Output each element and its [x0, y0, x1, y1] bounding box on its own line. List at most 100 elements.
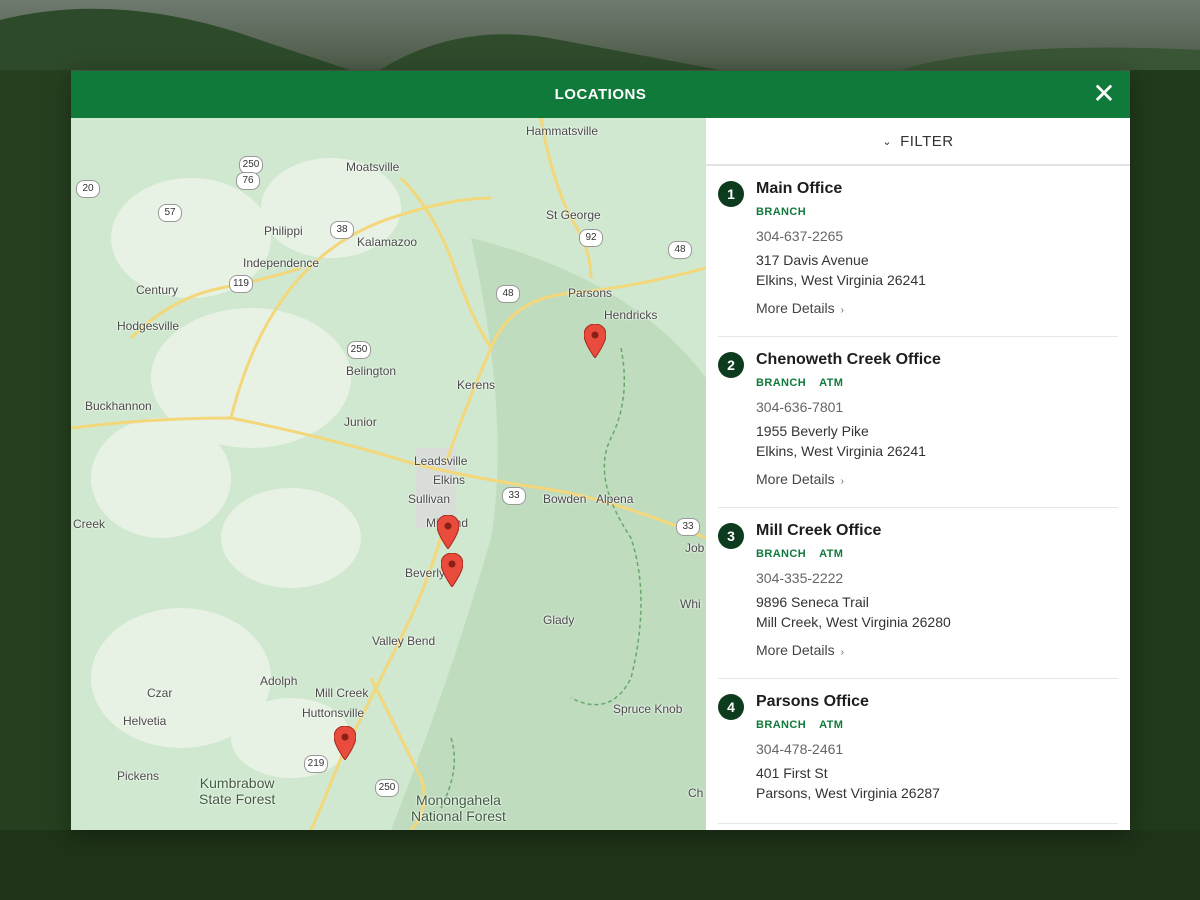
route-shield: 219: [304, 755, 328, 773]
location-tag: ATM: [819, 377, 844, 389]
route-shield: 57: [158, 204, 182, 222]
map-place-label: Valley Bend: [372, 634, 436, 648]
map-place-label: Ch: [688, 786, 704, 800]
location-address: 401 First St Parsons, West Virginia 2628…: [756, 763, 1118, 803]
location-phone[interactable]: 304-636-7801: [756, 399, 1118, 415]
modal-header: LOCATIONS ✕: [71, 71, 1130, 118]
address-line2: Elkins, West Virginia 26241: [756, 272, 926, 288]
location-tag: BRANCH: [756, 377, 807, 389]
map-place-label: Spruce Knob: [613, 702, 683, 716]
address-line1: 317 Davis Avenue: [756, 252, 869, 268]
filter-button[interactable]: ⌄ FILTER: [706, 118, 1130, 166]
location-tags: BRANCH ATM: [756, 548, 1118, 560]
modal-title: LOCATIONS: [554, 86, 647, 103]
map-place-label: Helvetia: [123, 714, 167, 728]
route-shield: 48: [496, 285, 520, 303]
location-number-badge: 1: [718, 181, 744, 207]
map-place-label: Independence: [243, 256, 320, 270]
map-place-label: Moatsville: [346, 160, 400, 174]
address-line1: 401 First St: [756, 765, 828, 781]
route-shield: 20: [76, 180, 100, 198]
location-phone[interactable]: 304-637-2265: [756, 228, 1118, 244]
map-view[interactable]: Hammatsville Moatsville Philippi Kalamaz…: [71, 118, 706, 830]
route-shield: 33: [502, 487, 526, 505]
location-name: Main Office: [756, 180, 843, 197]
map-place-label: Job: [685, 541, 705, 555]
location-tags: BRANCH ATM: [756, 377, 1118, 389]
map-place-label: Elkins: [433, 473, 466, 487]
location-item[interactable]: 4 Parsons Office BRANCH ATM 304-478-2461…: [718, 679, 1118, 824]
map-pin-parsons[interactable]: [584, 324, 606, 358]
more-details-link[interactable]: More Details ›: [756, 471, 1118, 487]
map-pin-main-office[interactable]: [437, 515, 459, 549]
map-place-label: Pickens: [117, 769, 160, 783]
location-number-badge: 4: [718, 694, 744, 720]
map-place-label: Kalamazoo: [357, 235, 418, 249]
map-place-label: Czar: [147, 686, 173, 700]
map-place-label: Glady: [543, 613, 575, 627]
map-place-label: Hodgesville: [117, 319, 180, 333]
location-item[interactable]: 1 Main Office BRANCH 304-637-2265 317 Da…: [718, 166, 1118, 337]
more-details-link[interactable]: More Details ›: [756, 300, 1118, 316]
more-details-label: More Details: [756, 642, 835, 658]
map-place-label: Alpena: [596, 492, 634, 506]
map-place-label: Beverly: [405, 566, 446, 580]
more-details-label: More Details: [756, 300, 835, 316]
address-line1: 9896 Seneca Trail: [756, 594, 869, 610]
location-tag: BRANCH: [756, 719, 807, 731]
map-place-label: Philippi: [264, 224, 303, 238]
map-place-label: St George: [546, 208, 601, 222]
map-place-label: Kerens: [457, 378, 496, 392]
location-name: Parsons Office: [756, 693, 869, 710]
locations-panel: ⌄ FILTER 1 Main Office BRANCH 304-637-22…: [706, 118, 1130, 830]
map-place-label: Bowden: [543, 492, 587, 506]
location-tags: BRANCH ATM: [756, 719, 1118, 731]
location-phone[interactable]: 304-478-2461: [756, 741, 1118, 757]
address-line2: Mill Creek, West Virginia 26280: [756, 614, 951, 630]
map-place-label: Parsons: [568, 286, 613, 300]
map-place-label: Century: [136, 283, 179, 297]
close-icon[interactable]: ✕: [1090, 80, 1118, 108]
location-tag: BRANCH: [756, 548, 807, 560]
location-item[interactable]: 2 Chenoweth Creek Office BRANCH ATM 304-…: [718, 337, 1118, 508]
location-number-badge: 2: [718, 352, 744, 378]
location-phone[interactable]: 304-335-2222: [756, 570, 1118, 586]
locations-modal: LOCATIONS ✕ Hammatsville Moatsville Phil…: [71, 71, 1130, 830]
map-pin-chenoweth-creek[interactable]: [441, 553, 463, 587]
route-shield: 250: [347, 341, 371, 359]
map-pin-mill-creek[interactable]: [334, 726, 356, 760]
location-item[interactable]: 3 Mill Creek Office BRANCH ATM 304-335-2…: [718, 508, 1118, 679]
route-shield: 33: [676, 518, 700, 536]
location-tag: BRANCH: [756, 206, 807, 218]
address-line2: Parsons, West Virginia 26287: [756, 785, 940, 801]
map-area-label: Kumbrabow State Forest: [199, 775, 276, 807]
map-place-label: Junior: [344, 415, 377, 429]
location-name: Mill Creek Office: [756, 522, 882, 539]
route-shield: 92: [579, 229, 603, 247]
map-place-label: Huttonsville: [302, 706, 365, 720]
location-tag: ATM: [819, 719, 844, 731]
map-place-label: Whi: [680, 597, 701, 611]
route-shield: 38: [330, 221, 354, 239]
location-address: 1955 Beverly Pike Elkins, West Virginia …: [756, 421, 1118, 461]
map-place-label: Mill Creek: [315, 686, 369, 700]
location-tag: ATM: [819, 548, 844, 560]
more-details-link[interactable]: More Details ›: [756, 642, 1118, 658]
map-place-label: Buckhannon: [85, 399, 152, 413]
location-tags: BRANCH: [756, 206, 1118, 218]
route-shield: 48: [668, 241, 692, 259]
route-shield: 250: [375, 779, 399, 797]
map-place-label: Hammatsville: [526, 124, 599, 138]
location-number-badge: 3: [718, 523, 744, 549]
route-shield: 76: [236, 172, 260, 190]
map-place-label: Sullivan: [408, 492, 451, 506]
chevron-right-icon: ›: [840, 647, 844, 658]
chevron-down-icon: ⌄: [882, 135, 893, 148]
more-details-label: More Details: [756, 471, 835, 487]
map-place-label: Hendricks: [604, 308, 658, 322]
location-address: 317 Davis Avenue Elkins, West Virginia 2…: [756, 250, 1118, 290]
chevron-right-icon: ›: [840, 476, 844, 487]
map-place-label: Creek: [73, 517, 106, 531]
filter-label: FILTER: [900, 132, 954, 150]
address-line1: 1955 Beverly Pike: [756, 423, 869, 439]
